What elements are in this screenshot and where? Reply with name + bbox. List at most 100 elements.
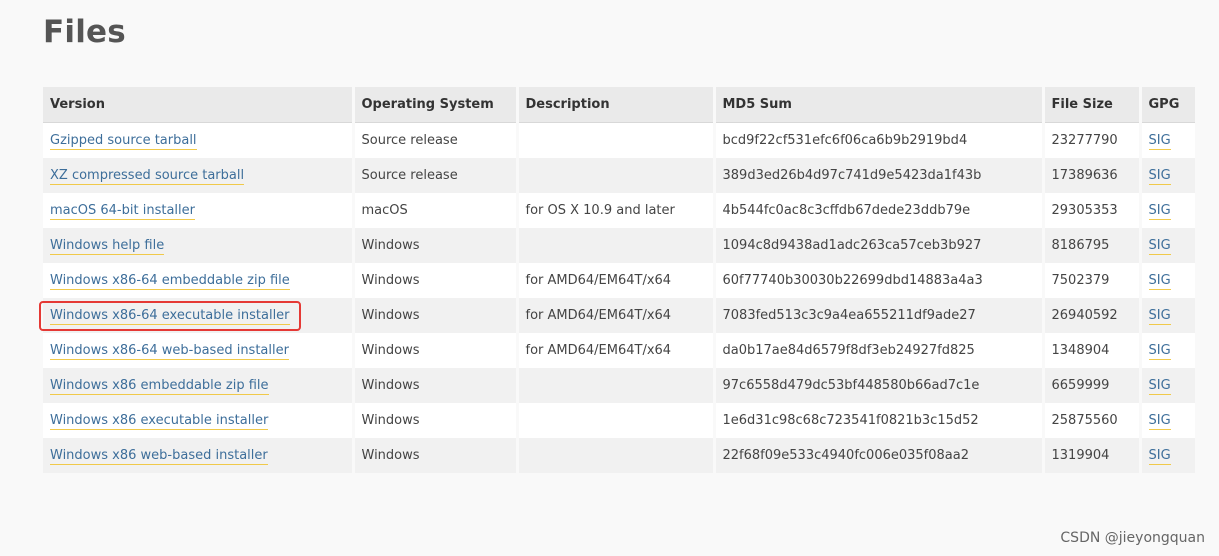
operating-system-cell: Windows (353, 228, 519, 263)
table-row: macOS 64-bit installer macOS for OS X 10.9… (43, 193, 1195, 228)
version-cell: XZ compressed source tarball (43, 158, 355, 193)
file-download-link[interactable]: Gzipped source tarball (50, 133, 197, 150)
md5-sum-cell: 60f77740b30030b22699dbd14883a4a3 (714, 263, 1045, 298)
description-cell (517, 368, 716, 403)
file-download-link[interactable]: macOS 64-bit installer (50, 203, 195, 220)
operating-system-cell: Windows (353, 333, 519, 368)
description-cell: for OS X 10.9 and later (517, 193, 716, 228)
gpg-cell: SIG (1140, 368, 1195, 403)
version-cell: Windows x86 executable installer (43, 403, 355, 438)
file-size-cell: 25875560 (1043, 403, 1142, 438)
operating-system-cell: Windows (353, 438, 519, 473)
gpg-signature-link[interactable]: SIG (1148, 168, 1171, 185)
file-download-link[interactable]: Windows x86 executable installer (50, 413, 269, 430)
file-size-cell: 26940592 (1043, 298, 1142, 333)
version-cell: macOS 64-bit installer (43, 193, 355, 228)
column-header-version: Version (43, 87, 355, 123)
md5-sum-cell: 97c6558d479dc53bf448580b66ad7c1e (714, 368, 1045, 403)
operating-system-cell: Source release (353, 158, 519, 193)
file-size-cell: 1348904 (1043, 333, 1142, 368)
description-cell (517, 158, 716, 193)
operating-system-cell: Windows (353, 263, 519, 298)
file-size-cell: 8186795 (1043, 228, 1142, 263)
gpg-signature-link[interactable]: SIG (1148, 343, 1171, 360)
table-row: Windows x86-64 embeddable zip file Window… (43, 263, 1195, 298)
file-size-cell: 6659999 (1043, 368, 1142, 403)
gpg-cell: SIG (1140, 438, 1195, 473)
file-download-link[interactable]: Windows x86-64 embeddable zip file (50, 273, 290, 290)
operating-system-cell: Windows (353, 403, 519, 438)
version-cell: Gzipped source tarball (43, 122, 355, 158)
description-cell (517, 438, 716, 473)
table-row: Windows help file Windows 1094c8d9438ad1ad… (43, 228, 1195, 263)
table-row: Windows x86 embeddable zip file Windows 97… (43, 368, 1195, 403)
column-header-md5-sum: MD5 Sum (714, 87, 1045, 123)
file-download-link[interactable]: Windows x86 embeddable zip file (50, 378, 269, 395)
md5-sum-cell: 7083fed513c3c9a4ea655211df9ade27 (714, 298, 1045, 333)
md5-sum-cell: 22f68f09e533c4940fc006e035f08aa2 (714, 438, 1045, 473)
operating-system-cell: macOS (353, 193, 519, 228)
md5-sum-cell: 1094c8d9438ad1adc263ca57ceb3b927 (714, 228, 1045, 263)
version-cell: Windows x86-64 web-based installer (43, 333, 355, 368)
operating-system-cell: Windows (353, 298, 519, 333)
md5-sum-cell: 389d3ed26b4d97c741d9e5423da1f43b (714, 158, 1045, 193)
description-cell: for AMD64/EM64T/x64 (517, 298, 716, 333)
table-row: Windows x86 executable installer Windows 1… (43, 403, 1195, 438)
version-cell: Windows x86 embeddable zip file (43, 368, 355, 403)
gpg-signature-link[interactable]: SIG (1148, 238, 1171, 255)
file-download-link[interactable]: Windows help file (50, 238, 165, 255)
file-download-link[interactable]: Windows x86 web-based installer (50, 448, 268, 465)
description-cell: for AMD64/EM64T/x64 (517, 263, 716, 298)
table-row: Gzipped source tarball Source release bcd9… (43, 122, 1195, 158)
table-row: Windows x86-64 web-based installer Window… (43, 333, 1195, 368)
gpg-signature-link[interactable]: SIG (1148, 133, 1171, 150)
gpg-signature-link[interactable]: SIG (1148, 413, 1171, 430)
gpg-signature-link[interactable]: SIG (1148, 203, 1171, 220)
gpg-cell: SIG (1140, 403, 1195, 438)
version-cell: Windows help file (43, 228, 355, 263)
md5-sum-cell: 4b544fc0ac8c3cffdb67dede23ddb79e (714, 193, 1045, 228)
gpg-signature-link[interactable]: SIG (1148, 378, 1171, 395)
file-size-cell: 23277790 (1043, 122, 1142, 158)
operating-system-cell: Windows (353, 368, 519, 403)
version-cell: Windows x86 web-based installer (43, 438, 355, 473)
table-header-row: Version Operating System Description MD5… (43, 87, 1195, 123)
gpg-cell: SIG (1140, 333, 1195, 368)
gpg-cell: SIG (1140, 122, 1195, 158)
gpg-cell: SIG (1140, 158, 1195, 193)
file-download-link[interactable]: Windows x86-64 web-based installer (50, 343, 289, 360)
version-cell: Windows x86-64 executable installer (43, 298, 355, 333)
gpg-signature-link[interactable]: SIG (1148, 273, 1171, 290)
table-row: Windows x86-64 executable installer Windo… (43, 298, 1195, 333)
column-header-file-size: File Size (1043, 87, 1142, 123)
md5-sum-cell: 1e6d31c98c68c723541f0821b3c15d52 (714, 403, 1045, 438)
page-title: Files (43, 14, 126, 50)
gpg-cell: SIG (1140, 263, 1195, 298)
version-cell: Windows x86-64 embeddable zip file (43, 263, 355, 298)
file-size-cell: 17389636 (1043, 158, 1142, 193)
gpg-signature-link[interactable]: SIG (1148, 448, 1171, 465)
table-body: Gzipped source tarball Source release bcd9… (43, 122, 1195, 473)
file-size-cell: 7502379 (1043, 263, 1142, 298)
files-table: Version Operating System Description MD5… (43, 87, 1195, 473)
column-header-operating-system: Operating System (353, 87, 519, 123)
watermark: CSDN @jieyongquan (1060, 530, 1205, 546)
file-download-link[interactable]: XZ compressed source tarball (50, 168, 245, 185)
gpg-cell: SIG (1140, 193, 1195, 228)
table-row: XZ compressed source tarball Source relea… (43, 158, 1195, 193)
description-cell (517, 122, 716, 158)
description-cell (517, 403, 716, 438)
table-row: Windows x86 web-based installer Windows 22… (43, 438, 1195, 473)
operating-system-cell: Source release (353, 122, 519, 158)
gpg-signature-link[interactable]: SIG (1148, 308, 1171, 325)
file-download-link[interactable]: Windows x86-64 executable installer (50, 308, 290, 325)
gpg-cell: SIG (1140, 228, 1195, 263)
gpg-cell: SIG (1140, 298, 1195, 333)
column-header-gpg: GPG (1140, 87, 1195, 123)
file-size-cell: 1319904 (1043, 438, 1142, 473)
md5-sum-cell: da0b17ae84d6579f8df3eb24927fd825 (714, 333, 1045, 368)
description-cell: for AMD64/EM64T/x64 (517, 333, 716, 368)
md5-sum-cell: bcd9f22cf531efc6f06ca6b9b2919bd4 (714, 122, 1045, 158)
description-cell (517, 228, 716, 263)
file-size-cell: 29305353 (1043, 193, 1142, 228)
